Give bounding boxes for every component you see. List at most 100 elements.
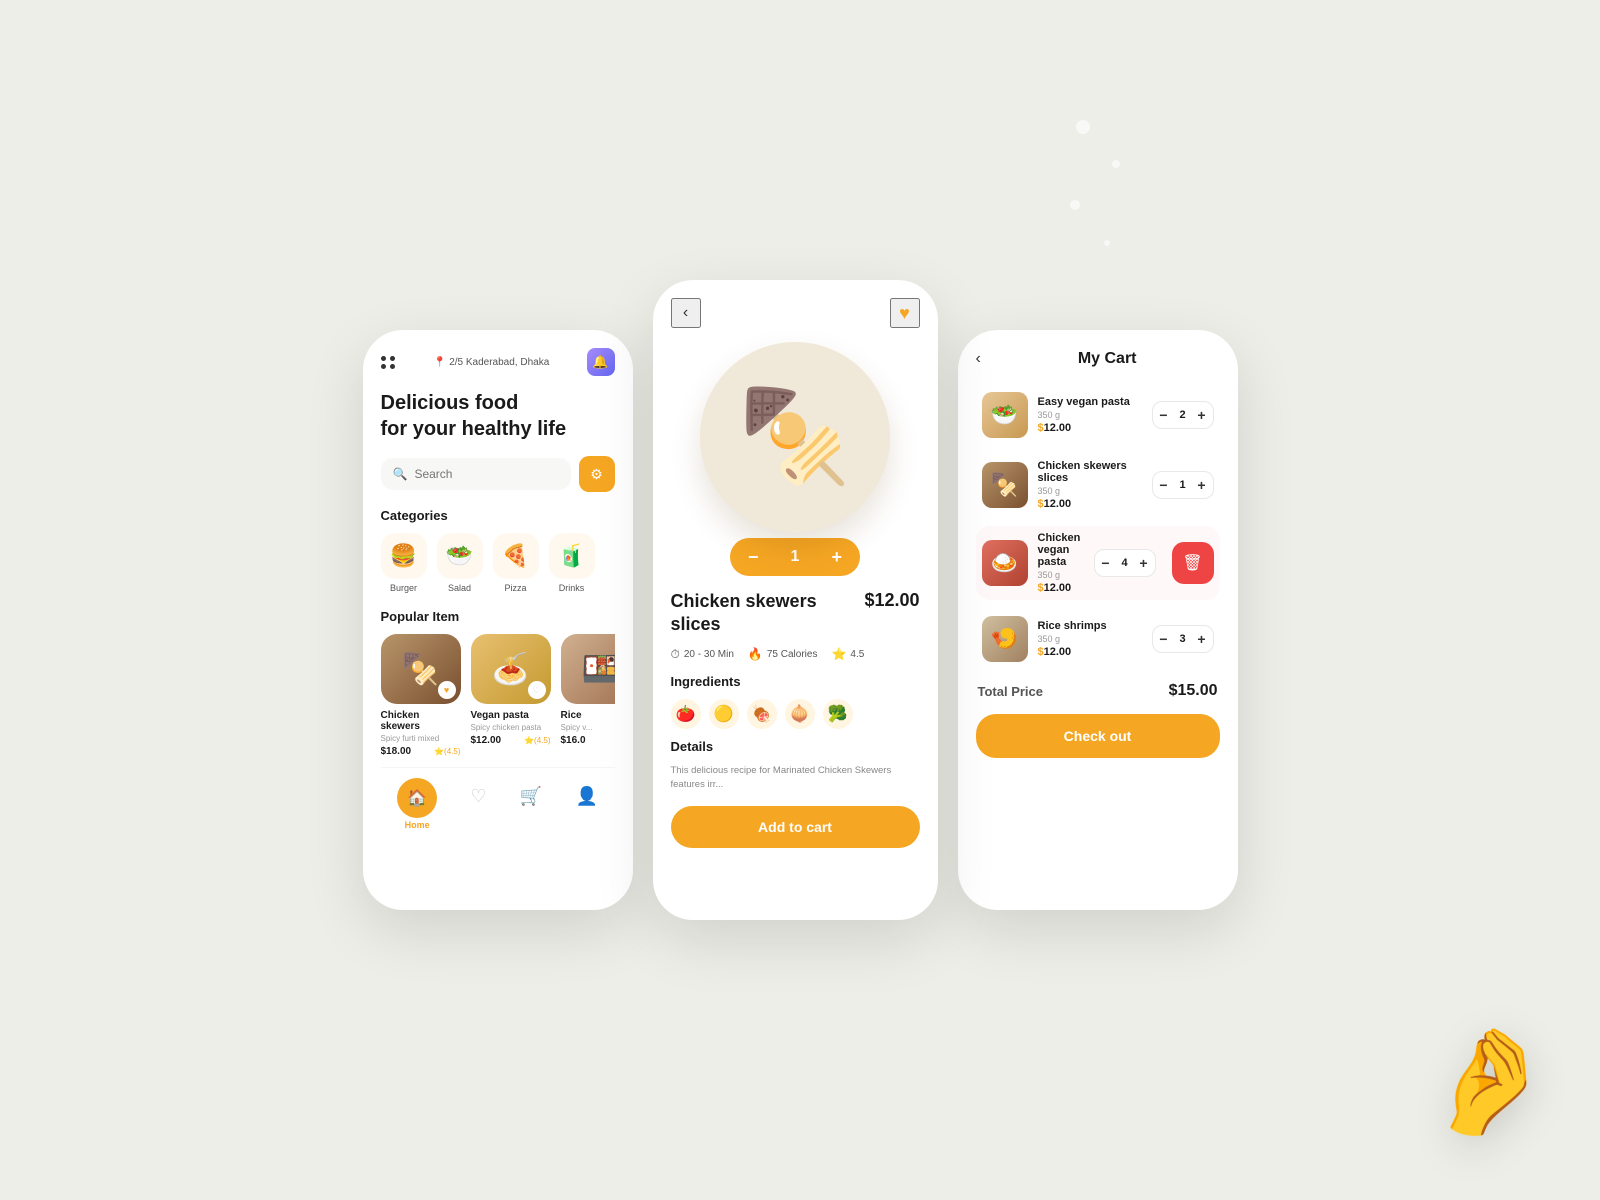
nav-cart[interactable]: 🛒 (520, 778, 542, 830)
rating-badge: ⭐ 4.5 (831, 647, 864, 662)
heart-icon: ♡ (470, 778, 486, 807)
popular-item-1[interactable]: 🍢 ♥ Chicken skewers Spicy furti mixed $1… (381, 634, 461, 757)
category-pizza[interactable]: 🍕 Pizza (493, 533, 539, 593)
category-burger[interactable]: 🍔 Burger (381, 533, 427, 593)
cart-item-4-qty-control[interactable]: − 3 + (1152, 625, 1214, 653)
cart-item-3-name: Chicken vegan pasta (1038, 532, 1084, 568)
cart-item-1-info: Easy vegan pasta 350 g $12.00 (1038, 396, 1142, 434)
back-button[interactable]: ‹ (671, 298, 701, 328)
cart-item-4-qty: 3 (1175, 633, 1191, 645)
cart-back-button[interactable]: ‹ (976, 350, 981, 368)
popular-item-1-rating: ⭐(4.5) (434, 747, 460, 756)
popular-item-3[interactable]: 🍱 Rice Spicy v... $16.0 (561, 634, 615, 757)
pizza-icon: 🍕 (493, 533, 539, 579)
ingredient-meat: 🍖 (747, 699, 777, 729)
calories-badge: 🔥 75 Calories (748, 647, 818, 662)
quantity-row: − 1 + (653, 538, 938, 576)
skewer-icon: 🍢 (402, 652, 439, 687)
category-salad[interactable]: 🥗 Salad (437, 533, 483, 593)
popular-item-2[interactable]: 🍝 ♡ Vegan pasta Spicy chicken pasta $12.… (471, 634, 551, 757)
ingredients-title: Ingredients (671, 674, 920, 689)
cart-item-3-increment[interactable]: + (1133, 550, 1155, 576)
cart-item-3-weight: 350 g (1038, 570, 1084, 580)
search-input[interactable] (414, 467, 558, 481)
cart-item-3-price: $12.00 (1038, 582, 1084, 594)
categories-title: Categories (381, 508, 615, 523)
popular-item-1-sub: Spicy furti mixed (381, 734, 461, 743)
cart-item-4-image: 🍤 (982, 616, 1028, 662)
cart-item-2-decrement[interactable]: − (1153, 472, 1175, 498)
cart-icon: 🛒 (520, 778, 542, 807)
total-value: $15.00 (1169, 682, 1218, 700)
categories-list: 🍔 Burger 🥗 Salad 🍕 Pizza 🧃 Drinks (381, 533, 615, 593)
home-icon: 🏠 (397, 778, 437, 818)
salad-icon: 🥗 (437, 533, 483, 579)
popular-item-2-image: 🍝 ♡ (471, 634, 551, 704)
popular-item-3-price: $16.0 (561, 735, 586, 746)
nav-home[interactable]: 🏠 Home (397, 778, 437, 830)
cart-item-4-price: $12.00 (1038, 646, 1142, 658)
popular-title: Popular Item (381, 609, 615, 624)
checkout-button[interactable]: Check out (976, 714, 1220, 758)
category-drinks[interactable]: 🧃 Drinks (549, 533, 595, 593)
detail-title-row: Chicken skewers slices $12.00 (671, 590, 920, 637)
detail-food-price: $12.00 (864, 590, 919, 611)
cart-item-1-name: Easy vegan pasta (1038, 396, 1142, 408)
ingredient-broccoli: 🥦 (823, 699, 853, 729)
popular-item-3-sub: Spicy v... (561, 723, 615, 732)
popular-item-2-price-row: $12.00 ⭐(4.5) (471, 735, 551, 746)
detail-meta: ⏱ 20 - 30 Min 🔥 75 Calories ⭐ 4.5 (671, 647, 920, 662)
cart-item-1-decrement[interactable]: − (1153, 402, 1175, 428)
cart-item-4-info: Rice shrimps 350 g $12.00 (1038, 620, 1142, 658)
nav-profile[interactable]: 👤 (575, 778, 597, 830)
cart-item-3-decrement[interactable]: − (1095, 550, 1117, 576)
ingredient-onion: 🧅 (785, 699, 815, 729)
cart-item-4-name: Rice shrimps (1038, 620, 1142, 632)
pizza-label: Pizza (504, 583, 526, 593)
nav-heart[interactable]: ♡ (470, 778, 486, 830)
cart-item-2-qty: 1 (1175, 479, 1191, 491)
notification-bell-icon[interactable]: 🔔 (587, 348, 615, 376)
decrement-icon[interactable]: − (748, 547, 759, 568)
location-text: 📍 2/5 Kaderabad, Dhaka (434, 357, 550, 368)
cart-item-4: 🍤 Rice shrimps 350 g $12.00 − 3 + (976, 610, 1220, 668)
cart-item-1-qty-control[interactable]: − 2 + (1152, 401, 1214, 429)
cart-item-2-qty-control[interactable]: − 1 + (1152, 471, 1214, 499)
popular-items-list: 🍢 ♥ Chicken skewers Spicy furti mixed $1… (381, 634, 615, 757)
cart-item-1-qty: 2 (1175, 409, 1191, 421)
cart-item-3-qty-control[interactable]: − 4 + (1094, 549, 1156, 577)
cart-item-2-increment[interactable]: + (1191, 472, 1213, 498)
favorite-button[interactable]: ♥ (890, 298, 920, 328)
cart-item-4-increment[interactable]: + (1191, 626, 1213, 652)
salad-label: Salad (448, 583, 471, 593)
cart-item-2-image: 🍢 (982, 462, 1028, 508)
ingredients-list: 🍅 🟡 🍖 🧅 🥦 (671, 699, 920, 729)
star-icon: ⭐ (831, 647, 846, 661)
filter-button[interactable]: ⚙ (579, 456, 615, 492)
ingredient-lemon: 🟡 (709, 699, 739, 729)
cart-header: ‹ My Cart (976, 350, 1220, 368)
cart-item-4-decrement[interactable]: − (1153, 626, 1175, 652)
food-plate: 🍢 (700, 342, 890, 532)
details-section: Details This delicious recipe for Marina… (671, 739, 920, 793)
rice-icon: 🍱 (582, 652, 615, 687)
quantity-value: 1 (791, 548, 800, 566)
cart-items-list: 🥗 Easy vegan pasta 350 g $12.00 − 2 + 🍢 … (976, 386, 1220, 668)
menu-dots-icon[interactable] (381, 356, 397, 369)
favorite-icon: ♥ (438, 681, 456, 699)
nav-home-label: Home (405, 820, 430, 830)
popular-item-3-image: 🍱 (561, 634, 615, 704)
popular-item-3-price-row: $16.0 (561, 735, 615, 746)
add-to-cart-button[interactable]: Add to cart (671, 806, 920, 848)
hand-ok-decoration: 🤌 (1416, 1013, 1559, 1150)
search-row: 🔍 ⚙ (381, 456, 615, 492)
cart-item-1-increment[interactable]: + (1191, 402, 1213, 428)
filter-icon: ⚙ (590, 466, 603, 483)
cart-item-4-weight: 350 g (1038, 634, 1142, 644)
search-box[interactable]: 🔍 (381, 458, 571, 490)
quantity-control[interactable]: − 1 + (730, 538, 860, 576)
popular-item-1-price: $18.00 (381, 746, 412, 757)
delete-button-3[interactable]: 🗑 (1172, 542, 1214, 584)
cart-item-1-price: $12.00 (1038, 422, 1142, 434)
increment-icon[interactable]: + (831, 547, 842, 568)
